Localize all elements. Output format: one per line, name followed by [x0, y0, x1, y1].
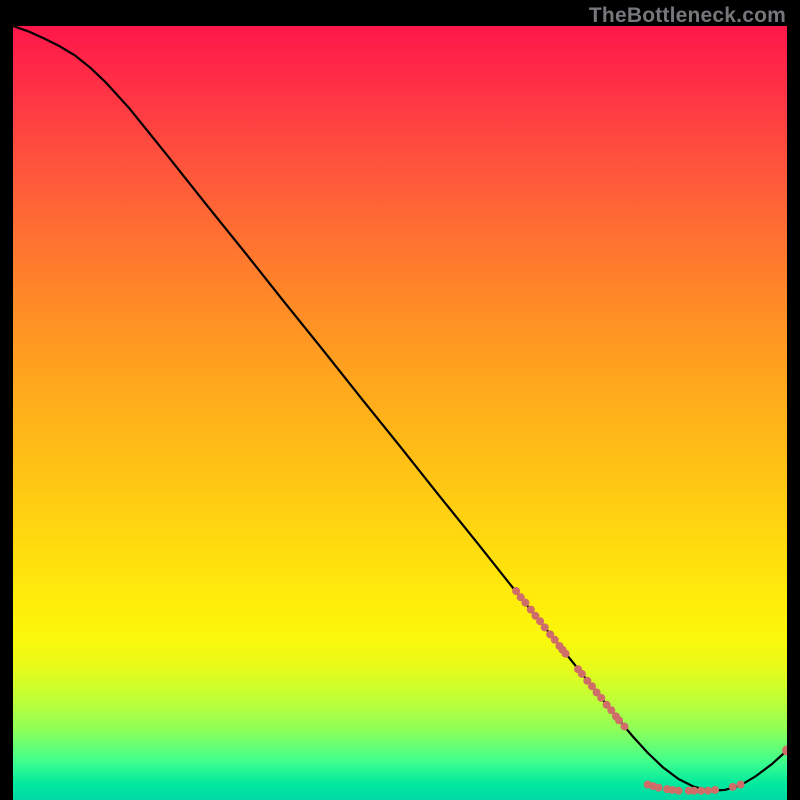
- data-point: [737, 781, 745, 789]
- watermark-text: TheBottleneck.com: [589, 4, 786, 28]
- data-point: [697, 787, 705, 795]
- data-point: [620, 722, 628, 730]
- data-point: [675, 787, 683, 795]
- curve-line: [13, 26, 787, 791]
- data-point: [704, 787, 712, 795]
- data-point: [655, 784, 663, 792]
- chart-stage: TheBottleneck.com: [0, 0, 800, 800]
- chart-overlay: [13, 26, 787, 800]
- data-point: [521, 599, 529, 607]
- plot-area: [13, 26, 787, 800]
- data-point: [729, 783, 737, 791]
- marker-group: [512, 587, 787, 795]
- data-point: [578, 670, 586, 678]
- data-point: [615, 716, 623, 724]
- data-point: [690, 787, 698, 795]
- data-point: [541, 623, 549, 631]
- data-point: [562, 650, 570, 658]
- data-point: [711, 786, 719, 794]
- data-point: [597, 694, 605, 702]
